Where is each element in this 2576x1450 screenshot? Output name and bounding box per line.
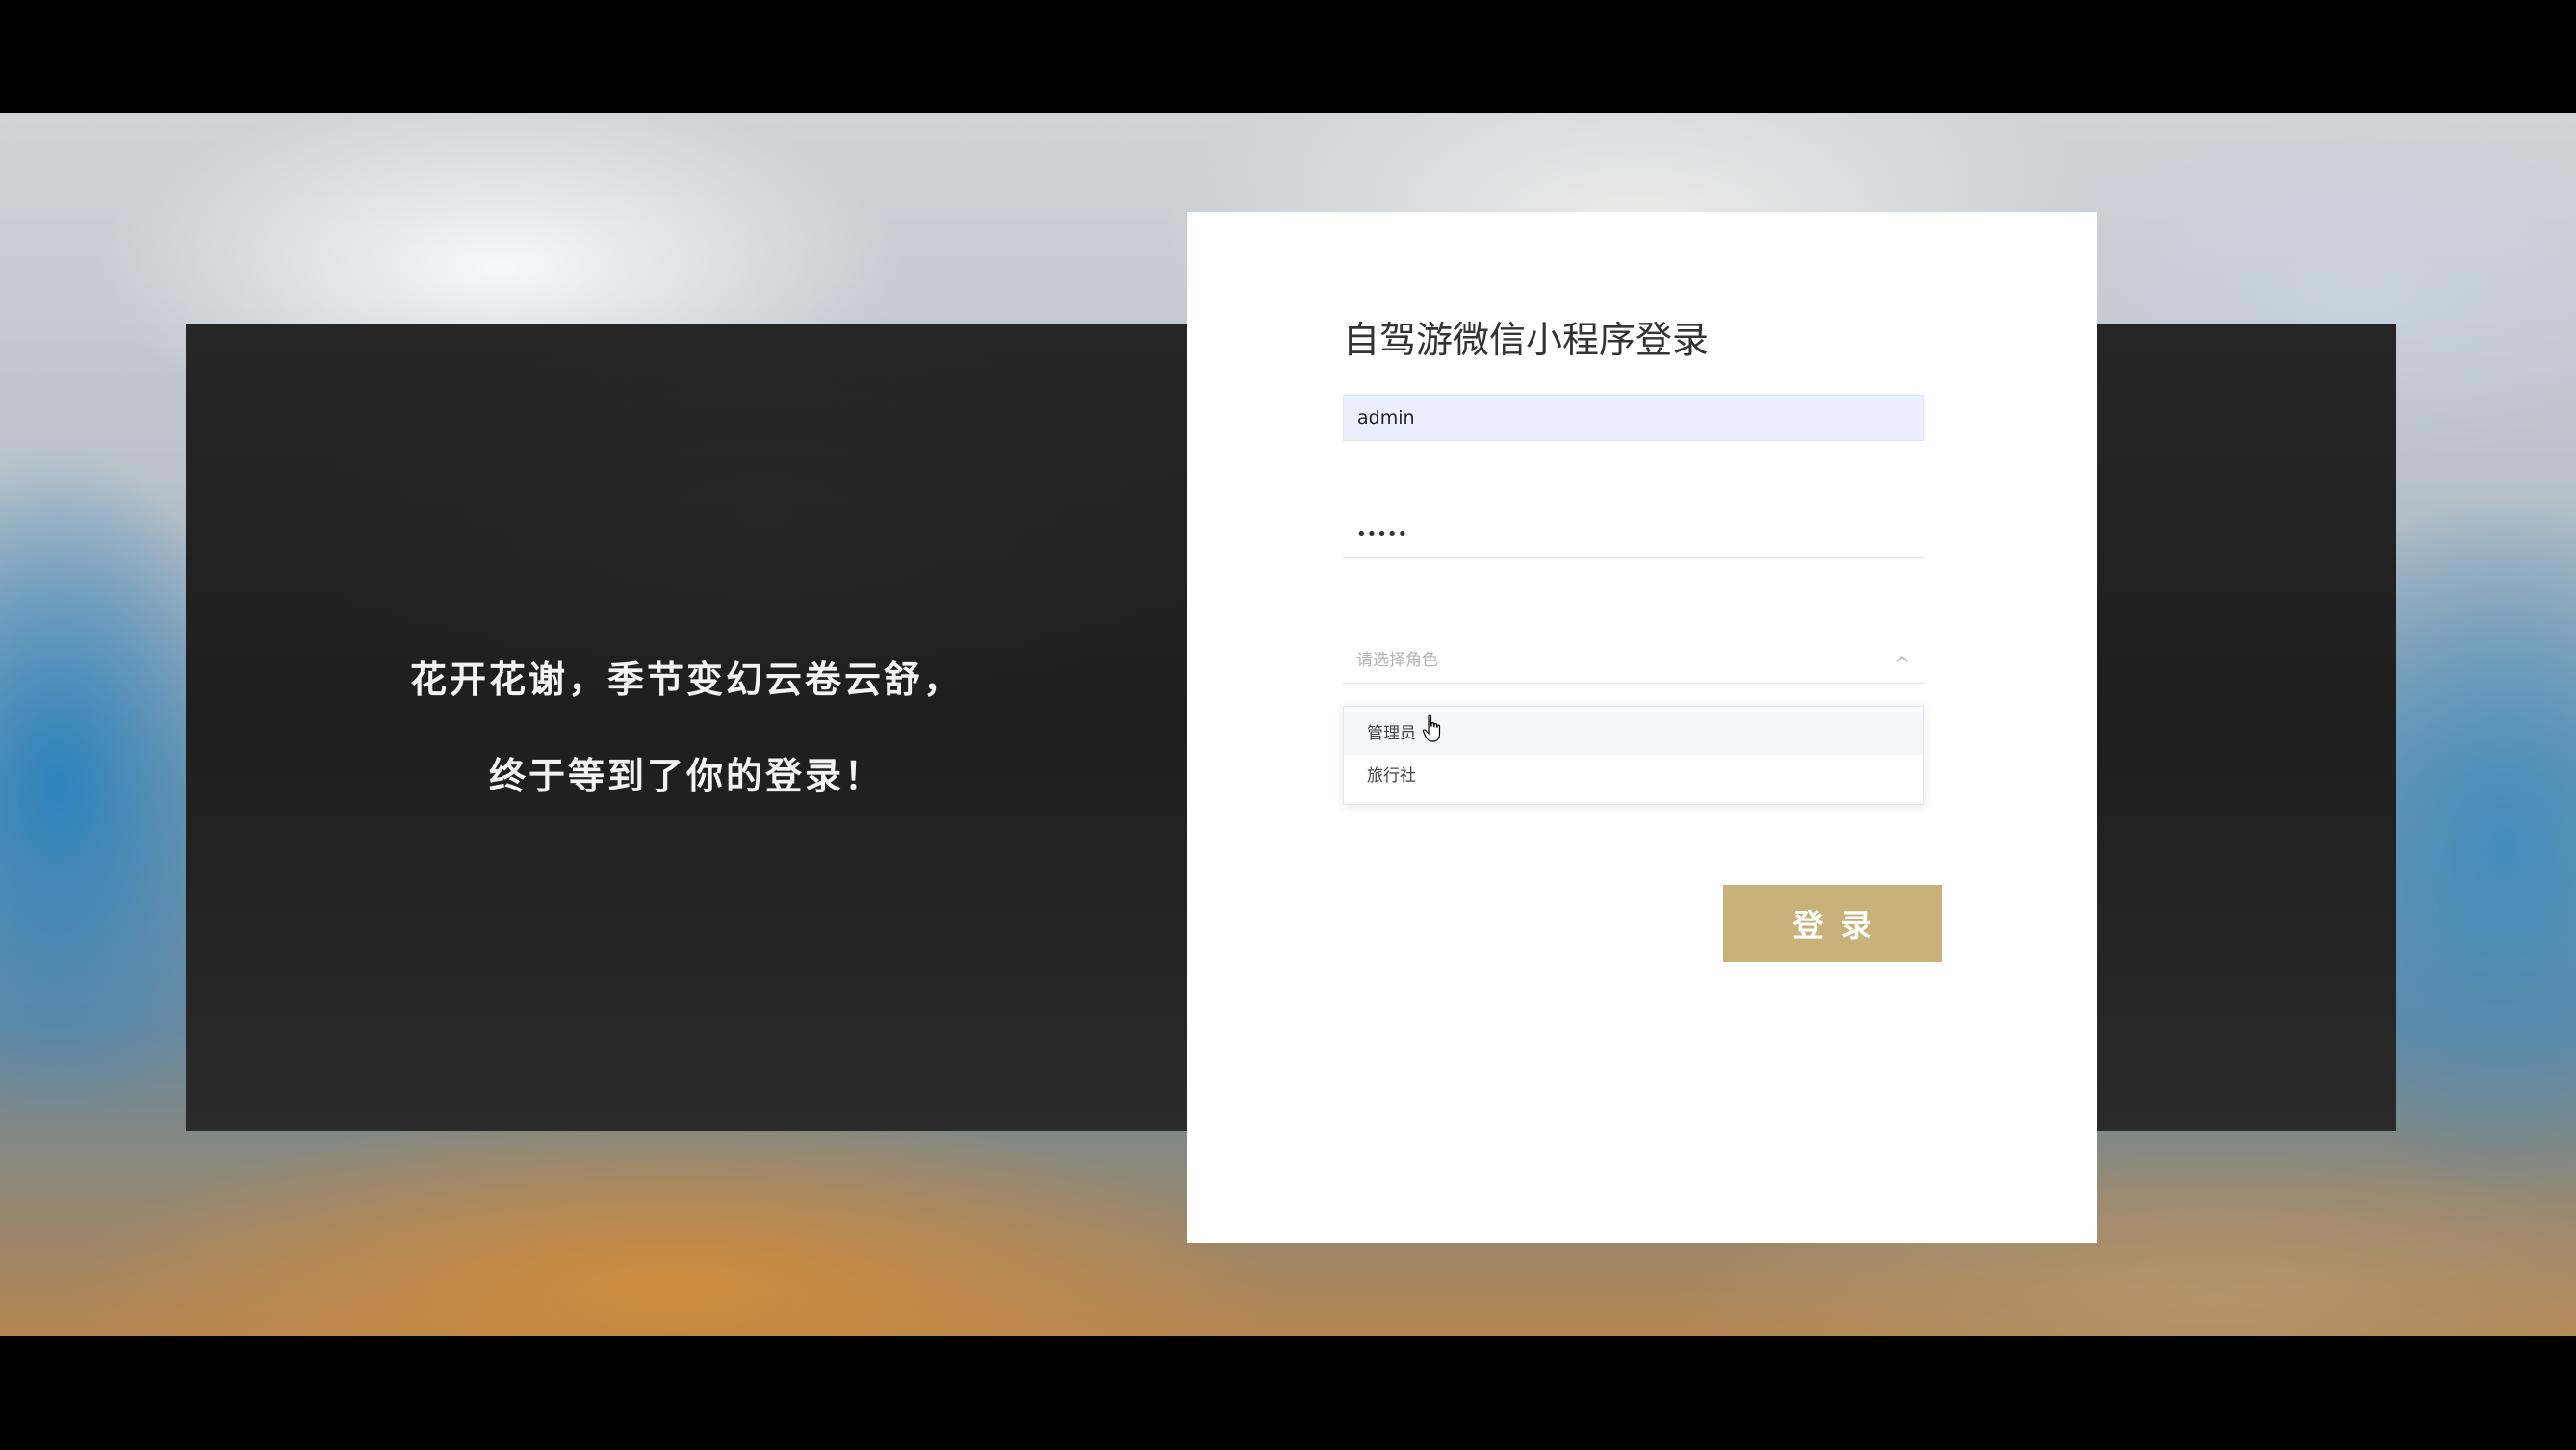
slogan-line-2: 终于等到了你的登录！ [488, 754, 884, 797]
role-select[interactable]: 请选择角色 [1343, 637, 1924, 684]
username-input[interactable] [1343, 395, 1924, 441]
letterbox-top [0, 0, 2576, 113]
letterbox-bottom [0, 1336, 2576, 1450]
login-title: 自驾游微信小程序登录 [1343, 319, 1710, 361]
password-input[interactable]: ••••• [1343, 512, 1924, 558]
chevron-up-icon [1896, 655, 1908, 662]
login-button[interactable]: 登录 [1723, 885, 1942, 962]
hand-pointer-icon [1422, 714, 1441, 742]
login-card: 自驾游微信小程序登录 ••••• 请选择角色 管理员 旅行社 [1187, 212, 2097, 1243]
role-option-travel-agency[interactable]: 旅行社 [1344, 755, 1923, 797]
welcome-slogan: 花开花谢，季节变幻云卷云舒， 终于等到了你的登录！ [186, 324, 1187, 1131]
role-select-placeholder: 请选择角色 [1356, 651, 1438, 670]
slogan-line-1: 花开花谢，季节变幻云卷云舒， [409, 658, 963, 701]
